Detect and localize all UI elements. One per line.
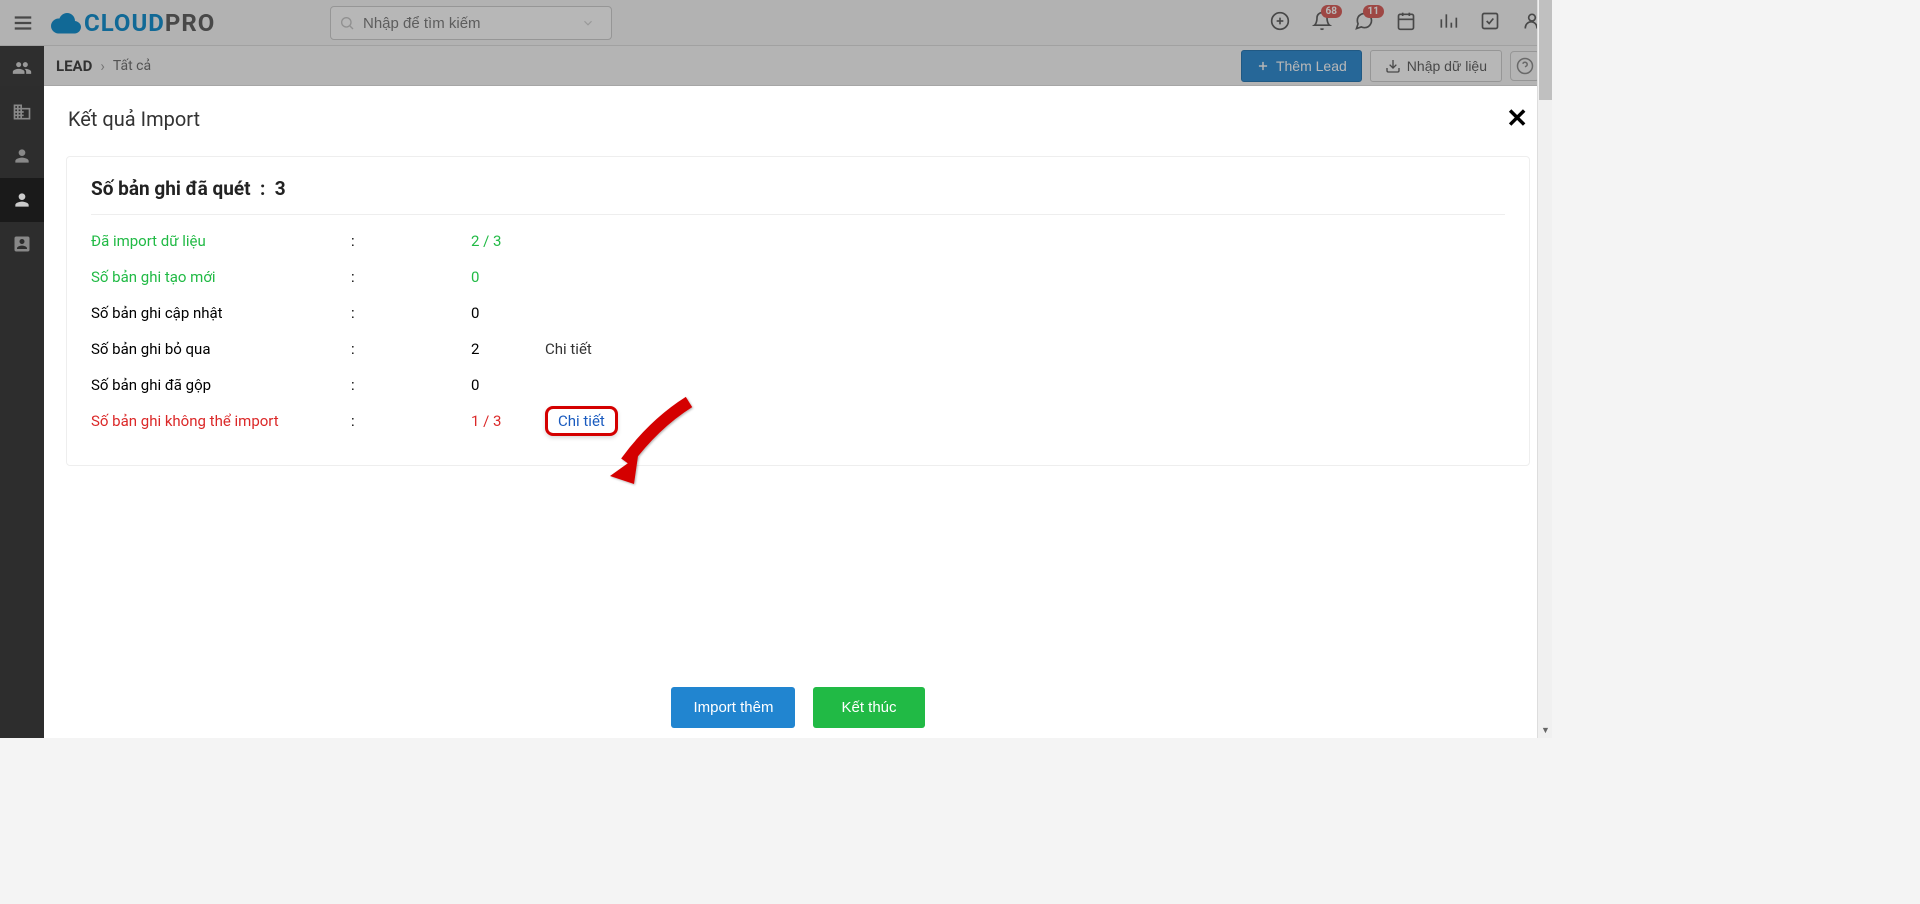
import-more-button[interactable]: Import thêm [671, 687, 795, 728]
top-bar: CLOUDPRO 68 11 [0, 0, 1552, 46]
row-updated-label: Số bản ghi cập nhật [91, 304, 351, 322]
menu-toggle[interactable] [0, 0, 46, 46]
chat-icon[interactable]: 11 [1354, 11, 1374, 35]
help-button[interactable] [1510, 51, 1540, 81]
row-created: Số bản ghi tạo mới : 0 [91, 259, 1505, 295]
row-skipped-value: 2 [471, 340, 531, 358]
row-imported-value: 2 / 3 [471, 232, 531, 250]
left-sidebar [0, 0, 44, 738]
row-failed-value: 1 / 3 [471, 412, 531, 430]
row-updated: Số bản ghi cập nhật : 0 [91, 295, 1505, 331]
help-icon [1516, 57, 1534, 75]
bell-badge: 68 [1321, 5, 1342, 18]
row-merged-label: Số bản ghi đã gộp [91, 376, 351, 394]
chevron-down-icon[interactable] [581, 16, 595, 30]
search-input[interactable] [363, 15, 581, 32]
row-failed-label: Số bản ghi không thể import [91, 412, 351, 430]
row-skipped: Số bản ghi bỏ qua : 2 Chi tiết [91, 331, 1505, 367]
close-icon[interactable]: ✕ [1506, 104, 1528, 134]
scroll-thumb[interactable] [1539, 0, 1552, 100]
breadcrumb-bar: LEAD › Tất cả Thêm Lead Nhập dữ liệu [44, 46, 1552, 86]
logo-text-main: CLOUD [84, 9, 165, 37]
modal-title: Kết quả Import [68, 107, 200, 131]
import-data-button[interactable]: Nhập dữ liệu [1370, 50, 1502, 82]
vertical-scrollbar[interactable]: ▲ ▼ [1537, 0, 1552, 738]
finish-button[interactable]: Kết thúc [813, 687, 924, 728]
breadcrumb-filter[interactable]: Tất cả [113, 58, 151, 74]
row-created-label: Số bản ghi tạo mới [91, 268, 351, 286]
import-data-label: Nhập dữ liệu [1407, 58, 1487, 74]
breadcrumb-separator: › [100, 57, 105, 75]
row-skipped-detail-link[interactable]: Chi tiết [545, 340, 592, 358]
add-lead-button[interactable]: Thêm Lead [1241, 50, 1362, 82]
scanned-label: Số bản ghi đã quét [91, 177, 251, 200]
modal-footer: Import thêm Kết thúc [44, 687, 1552, 728]
scanned-summary: Số bản ghi đã quét : 3 [91, 177, 1505, 215]
add-icon[interactable] [1270, 11, 1290, 35]
scroll-down-icon[interactable]: ▼ [1538, 723, 1553, 738]
row-updated-value: 0 [471, 304, 531, 322]
row-imported: Đã import dữ liệu : 2 / 3 [91, 223, 1505, 259]
row-merged: Số bản ghi đã gộp : 0 [91, 367, 1505, 403]
breadcrumb-module[interactable]: LEAD [56, 57, 92, 75]
row-merged-value: 0 [471, 376, 531, 394]
bell-icon[interactable]: 68 [1312, 11, 1332, 35]
result-box: Số bản ghi đã quét : 3 Đã import dữ liệu… [66, 156, 1530, 466]
breadcrumb: LEAD › Tất cả [56, 57, 151, 75]
top-icons: 68 11 [1270, 0, 1542, 46]
sidebar-item-contact[interactable] [0, 222, 44, 266]
plus-icon [1256, 59, 1270, 73]
import-result-modal: Kết quả Import ✕ Số bản ghi đã quét : 3 … [44, 86, 1552, 738]
calendar-icon[interactable] [1396, 11, 1416, 35]
row-skipped-label: Số bản ghi bỏ qua [91, 340, 351, 358]
sidebar-item-team[interactable] [0, 46, 44, 90]
logo[interactable]: CLOUDPRO [50, 9, 215, 37]
search-icon [339, 15, 355, 31]
row-failed-detail-link[interactable]: Chi tiết [545, 406, 618, 436]
sidebar-item-lead[interactable] [0, 178, 44, 222]
sidebar-item-person[interactable] [0, 134, 44, 178]
check-icon[interactable] [1480, 11, 1500, 35]
scanned-count: 3 [275, 177, 286, 200]
chart-icon[interactable] [1438, 11, 1458, 35]
chat-badge: 11 [1363, 5, 1384, 18]
row-created-value: 0 [471, 268, 531, 286]
logo-text-sub: PRO [165, 9, 215, 37]
sidebar-item-building[interactable] [0, 90, 44, 134]
global-search[interactable] [330, 6, 612, 40]
row-imported-label: Đã import dữ liệu [91, 232, 351, 250]
add-lead-label: Thêm Lead [1276, 58, 1347, 74]
download-icon [1385, 58, 1401, 74]
row-failed: Số bản ghi không thể import : 1 / 3 Chi … [91, 403, 1505, 439]
